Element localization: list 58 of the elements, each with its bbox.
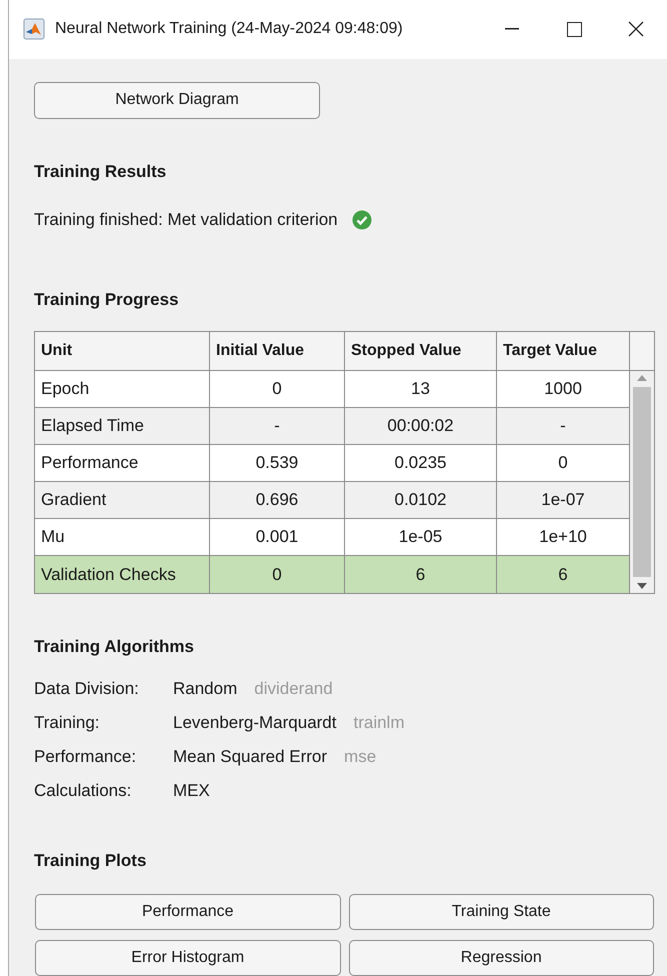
status-text: Training finished: Met validation criterion — [34, 209, 338, 231]
function-name: dividerand — [254, 678, 333, 700]
algorithm-label: Training: — [34, 712, 101, 734]
table-cell: 13 — [345, 371, 497, 407]
algorithm-value: MEX — [173, 780, 210, 802]
table-cell: Performance — [35, 445, 210, 481]
table-cell: 0.0235 — [345, 445, 497, 481]
table-cell: 0 — [210, 556, 345, 593]
scroll-up-icon — [637, 375, 647, 381]
table-cell: 00:00:02 — [345, 408, 497, 444]
table-cell: 6 — [345, 556, 497, 593]
table-cell: 0.696 — [210, 482, 345, 518]
table-cell: 0.539 — [210, 445, 345, 481]
table-row[interactable]: Validation Checks 0 6 6 — [35, 556, 630, 593]
app-logo-icon — [23, 18, 45, 40]
table-cell: 0.001 — [210, 519, 345, 555]
function-name: trainlm — [353, 712, 404, 734]
function-name: mse — [344, 746, 376, 768]
algorithm-value: Levenberg-Marquardt — [173, 712, 336, 734]
table-row[interactable]: Mu 0.001 1e-05 1e+10 — [35, 519, 630, 556]
column-header: Stopped Value — [345, 332, 497, 370]
algorithm-label: Data Division: — [34, 678, 140, 700]
table-cell: - — [210, 408, 345, 444]
section-heading: Training Plots — [34, 850, 148, 872]
table-row[interactable]: Elapsed Time - 00:00:02 - — [35, 408, 630, 445]
table-cell: Mu — [35, 519, 210, 555]
algorithm-label: Calculations: — [34, 780, 132, 802]
table-cell: 1e-05 — [345, 519, 497, 555]
table-row[interactable]: Epoch 0 13 1000 — [35, 371, 630, 408]
section-heading: Training Results — [34, 160, 168, 183]
table-cell: Validation Checks — [35, 556, 210, 593]
section-heading: Training Algorithms — [34, 636, 195, 658]
scrollbar-thumb[interactable] — [633, 387, 651, 577]
table-cell: Epoch — [35, 371, 210, 407]
column-header: Unit — [35, 332, 210, 370]
network-diagram-button[interactable]: Network Diagram — [34, 82, 320, 118]
maximize-icon — [566, 22, 582, 37]
window-title: Neural Network Training (24-May-2024 09:48:09) — [55, 19, 403, 40]
algorithm-value: Mean Squared Error — [173, 746, 328, 768]
column-header: Initial Value — [210, 332, 345, 370]
table-cell: Elapsed Time — [35, 408, 210, 444]
algorithm-label: Performance: — [34, 746, 138, 768]
table-cell: 0.0102 — [345, 482, 497, 518]
minimize-icon — [505, 28, 519, 30]
scrollbar[interactable] — [630, 371, 654, 593]
plot-button[interactable]: Performance — [35, 894, 340, 930]
table-row[interactable]: Performance 0.539 0.0235 0 — [35, 445, 630, 482]
close-icon — [628, 21, 644, 38]
plot-button[interactable]: Training State — [348, 894, 654, 930]
algorithm-value: Random — [173, 678, 238, 700]
table-cell: 0 — [210, 371, 345, 407]
table-row[interactable]: Gradient 0.696 0.0102 1e-07 — [35, 482, 630, 519]
table-cell: Gradient — [35, 482, 210, 518]
section-heading: Training Progress — [34, 288, 180, 311]
plot-button[interactable]: Regression — [348, 940, 654, 976]
plot-button[interactable]: Error Histogram — [35, 940, 340, 976]
column-header: Target Value — [497, 332, 630, 370]
scroll-down-icon — [637, 583, 647, 589]
